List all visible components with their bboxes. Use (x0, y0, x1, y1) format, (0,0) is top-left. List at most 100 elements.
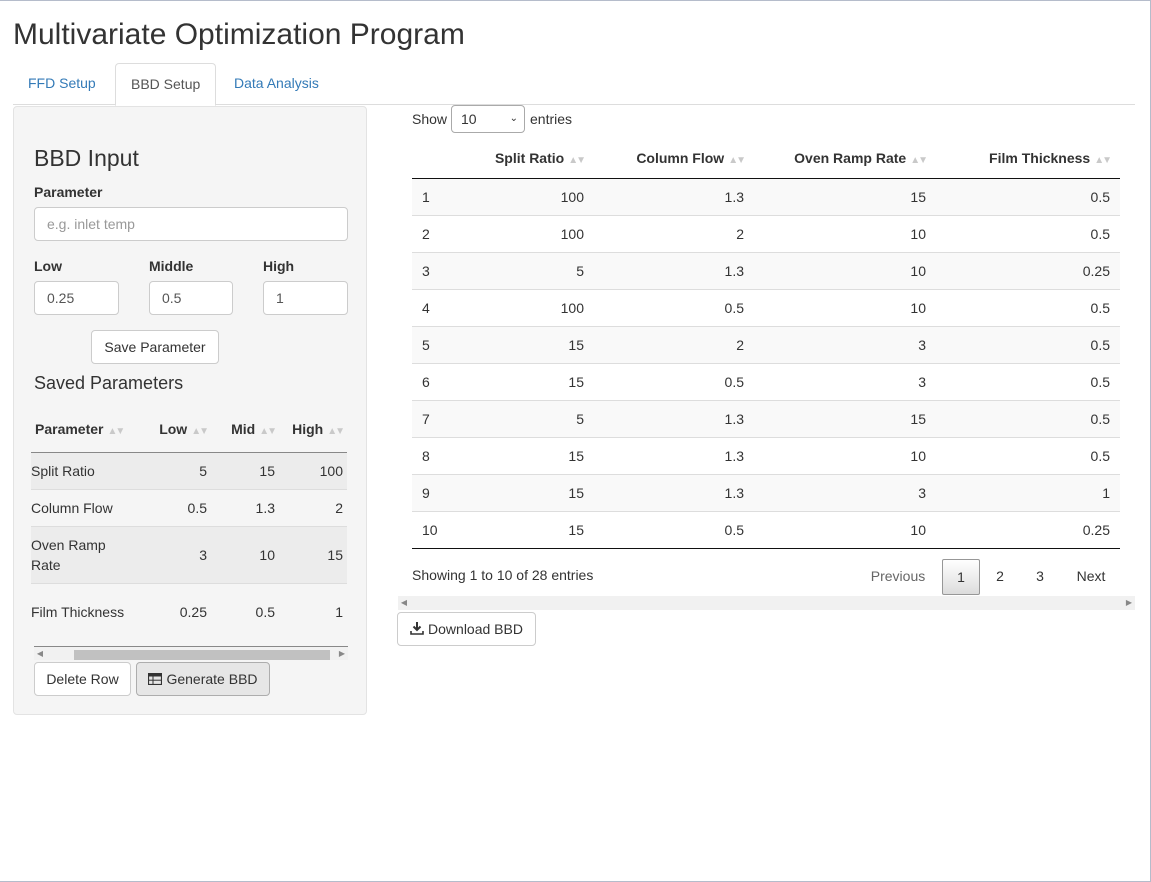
column-header-column-flow[interactable]: Column Flow ▲▼ (594, 138, 754, 179)
column-header-high[interactable]: High ▲▼ (279, 407, 347, 453)
parameter-input[interactable]: e.g. inlet temp (34, 207, 348, 241)
scroll-right-arrow[interactable]: ▶ (1123, 596, 1135, 610)
table-row[interactable]: Oven Ramp Rate 3 10 15 (31, 525, 347, 583)
sort-icon: ▲▼ (327, 426, 345, 438)
column-header-oven-ramp-rate[interactable]: Oven Ramp Rate ▲▼ (754, 138, 936, 179)
cell-oven-ramp-rate: 15 (754, 399, 936, 437)
cell-index: 2 (412, 214, 472, 252)
cell-split-ratio: 100 (472, 214, 594, 252)
pagination-page-2[interactable]: 2 (982, 559, 1018, 595)
table-row[interactable]: 3 5 1.3 10 0.25 (412, 251, 1120, 289)
cell-parameter: Film Thickness (31, 582, 141, 640)
cell-parameter: Oven Ramp Rate (31, 525, 141, 583)
column-header-mid[interactable]: Mid ▲▼ (211, 407, 279, 453)
cell-column-flow: 1.3 (594, 436, 754, 474)
saved-parameters-title: Saved Parameters (34, 373, 184, 393)
scroll-right-arrow[interactable]: ▶ (336, 647, 348, 661)
cell-high: 1 (279, 582, 347, 640)
bbd-input-panel: BBD Input Parameter e.g. inlet temp Low … (13, 106, 367, 715)
cell-split-ratio: 15 (472, 510, 594, 549)
save-parameter-button[interactable]: Save Parameter (91, 330, 219, 364)
sort-icon: ▲▼ (1094, 154, 1112, 166)
cell-index: 7 (412, 399, 472, 437)
cell-index: 1 (412, 177, 472, 215)
saved-table-scrollbar[interactable]: ◀ ▶ (34, 646, 348, 660)
table-row[interactable]: 6 15 0.5 3 0.5 (412, 362, 1120, 400)
table-row[interactable]: 8 15 1.3 10 0.5 (412, 436, 1120, 474)
cell-index: 5 (412, 325, 472, 363)
column-header-low[interactable]: Low ▲▼ (141, 407, 211, 453)
column-header-split-ratio[interactable]: Split Ratio ▲▼ (472, 138, 594, 179)
cell-column-flow: 1.3 (594, 399, 754, 437)
app-title: Multivariate Optimization Program (13, 18, 465, 51)
sort-icon: ▲▼ (259, 426, 277, 438)
scroll-left-arrow[interactable]: ◀ (34, 647, 46, 661)
cell-high: 2 (279, 488, 347, 526)
tab-data-analysis[interactable]: Data Analysis (219, 63, 334, 105)
middle-label: Middle (149, 258, 194, 274)
cell-split-ratio: 15 (472, 362, 594, 400)
column-header-parameter[interactable]: Parameter ▲▼ (31, 407, 141, 453)
cell-column-flow: 0.5 (594, 362, 754, 400)
cell-oven-ramp-rate: 10 (754, 214, 936, 252)
cell-oven-ramp-rate: 10 (754, 436, 936, 474)
pagination-page-3[interactable]: 3 (1022, 559, 1058, 595)
cell-film-thickness: 0.5 (936, 362, 1120, 400)
table-icon (148, 664, 163, 696)
cell-film-thickness: 0.5 (936, 214, 1120, 252)
cell-film-thickness: 0.5 (936, 399, 1120, 437)
low-input[interactable]: 0.25 (34, 281, 119, 315)
table-row[interactable]: 10 15 0.5 10 0.25 (412, 510, 1120, 549)
download-bbd-button[interactable]: Download BBD (397, 612, 536, 646)
high-label: High (263, 258, 295, 274)
sort-icon: ▲▼ (568, 154, 586, 166)
table-row[interactable]: 1 100 1.3 15 0.5 (412, 177, 1120, 215)
table-row[interactable]: Split Ratio 5 15 100 (31, 451, 347, 489)
generate-bbd-button[interactable]: Generate BBD (136, 662, 270, 696)
cell-film-thickness: 0.25 (936, 510, 1120, 549)
tab-ffd-setup[interactable]: FFD Setup (13, 63, 111, 105)
delete-row-button[interactable]: Delete Row (34, 662, 131, 696)
cell-column-flow: 1.3 (594, 251, 754, 289)
table-row[interactable]: 2 100 2 10 0.5 (412, 214, 1120, 252)
table-row[interactable]: 7 5 1.3 15 0.5 (412, 399, 1120, 437)
cell-film-thickness: 0.25 (936, 251, 1120, 289)
cell-column-flow: 1.3 (594, 473, 754, 511)
cell-column-flow: 1.3 (594, 177, 754, 215)
cell-split-ratio: 15 (472, 436, 594, 474)
entries-label: entries (530, 111, 573, 127)
high-input[interactable]: 1 (263, 281, 348, 315)
cell-high: 15 (279, 525, 347, 583)
cell-split-ratio: 100 (472, 288, 594, 326)
table-row[interactable]: 5 15 2 3 0.5 (412, 325, 1120, 363)
table-row[interactable]: 4 100 0.5 10 0.5 (412, 288, 1120, 326)
table-row[interactable]: Column Flow 0.5 1.3 2 (31, 488, 347, 526)
cell-mid: 1.3 (211, 488, 279, 526)
entries-select[interactable]: 10 ⌄ (451, 105, 525, 133)
column-header-film-thickness[interactable]: Film Thickness ▲▼ (936, 138, 1120, 179)
cell-parameter: Column Flow (31, 488, 141, 526)
chevron-down-icon: ⌄ (509, 113, 518, 124)
sort-icon: ▲▼ (728, 154, 746, 166)
middle-input[interactable]: 0.5 (149, 281, 233, 315)
scrollbar-thumb[interactable] (74, 650, 330, 660)
cell-mid: 15 (211, 451, 279, 489)
pagination-page-1[interactable]: 1 (942, 559, 980, 595)
cell-index: 3 (412, 251, 472, 289)
cell-split-ratio: 15 (472, 325, 594, 363)
column-header-index (412, 138, 472, 179)
cell-low: 0.25 (141, 582, 211, 640)
main-table-scrollbar[interactable]: ◀ ▶ (398, 596, 1135, 610)
pagination-next[interactable]: Next (1062, 559, 1120, 595)
table-row[interactable]: 9 15 1.3 3 1 (412, 473, 1120, 511)
cell-split-ratio: 5 (472, 399, 594, 437)
cell-film-thickness: 0.5 (936, 325, 1120, 363)
cell-column-flow: 2 (594, 214, 754, 252)
pagination-previous[interactable]: Previous (858, 559, 938, 595)
scroll-left-arrow[interactable]: ◀ (398, 596, 410, 610)
cell-oven-ramp-rate: 10 (754, 510, 936, 549)
cell-split-ratio: 15 (472, 473, 594, 511)
table-row[interactable]: Film Thickness 0.25 0.5 1 (31, 582, 347, 640)
cell-film-thickness: 0.5 (936, 288, 1120, 326)
tab-bbd-setup[interactable]: BBD Setup (115, 63, 217, 106)
